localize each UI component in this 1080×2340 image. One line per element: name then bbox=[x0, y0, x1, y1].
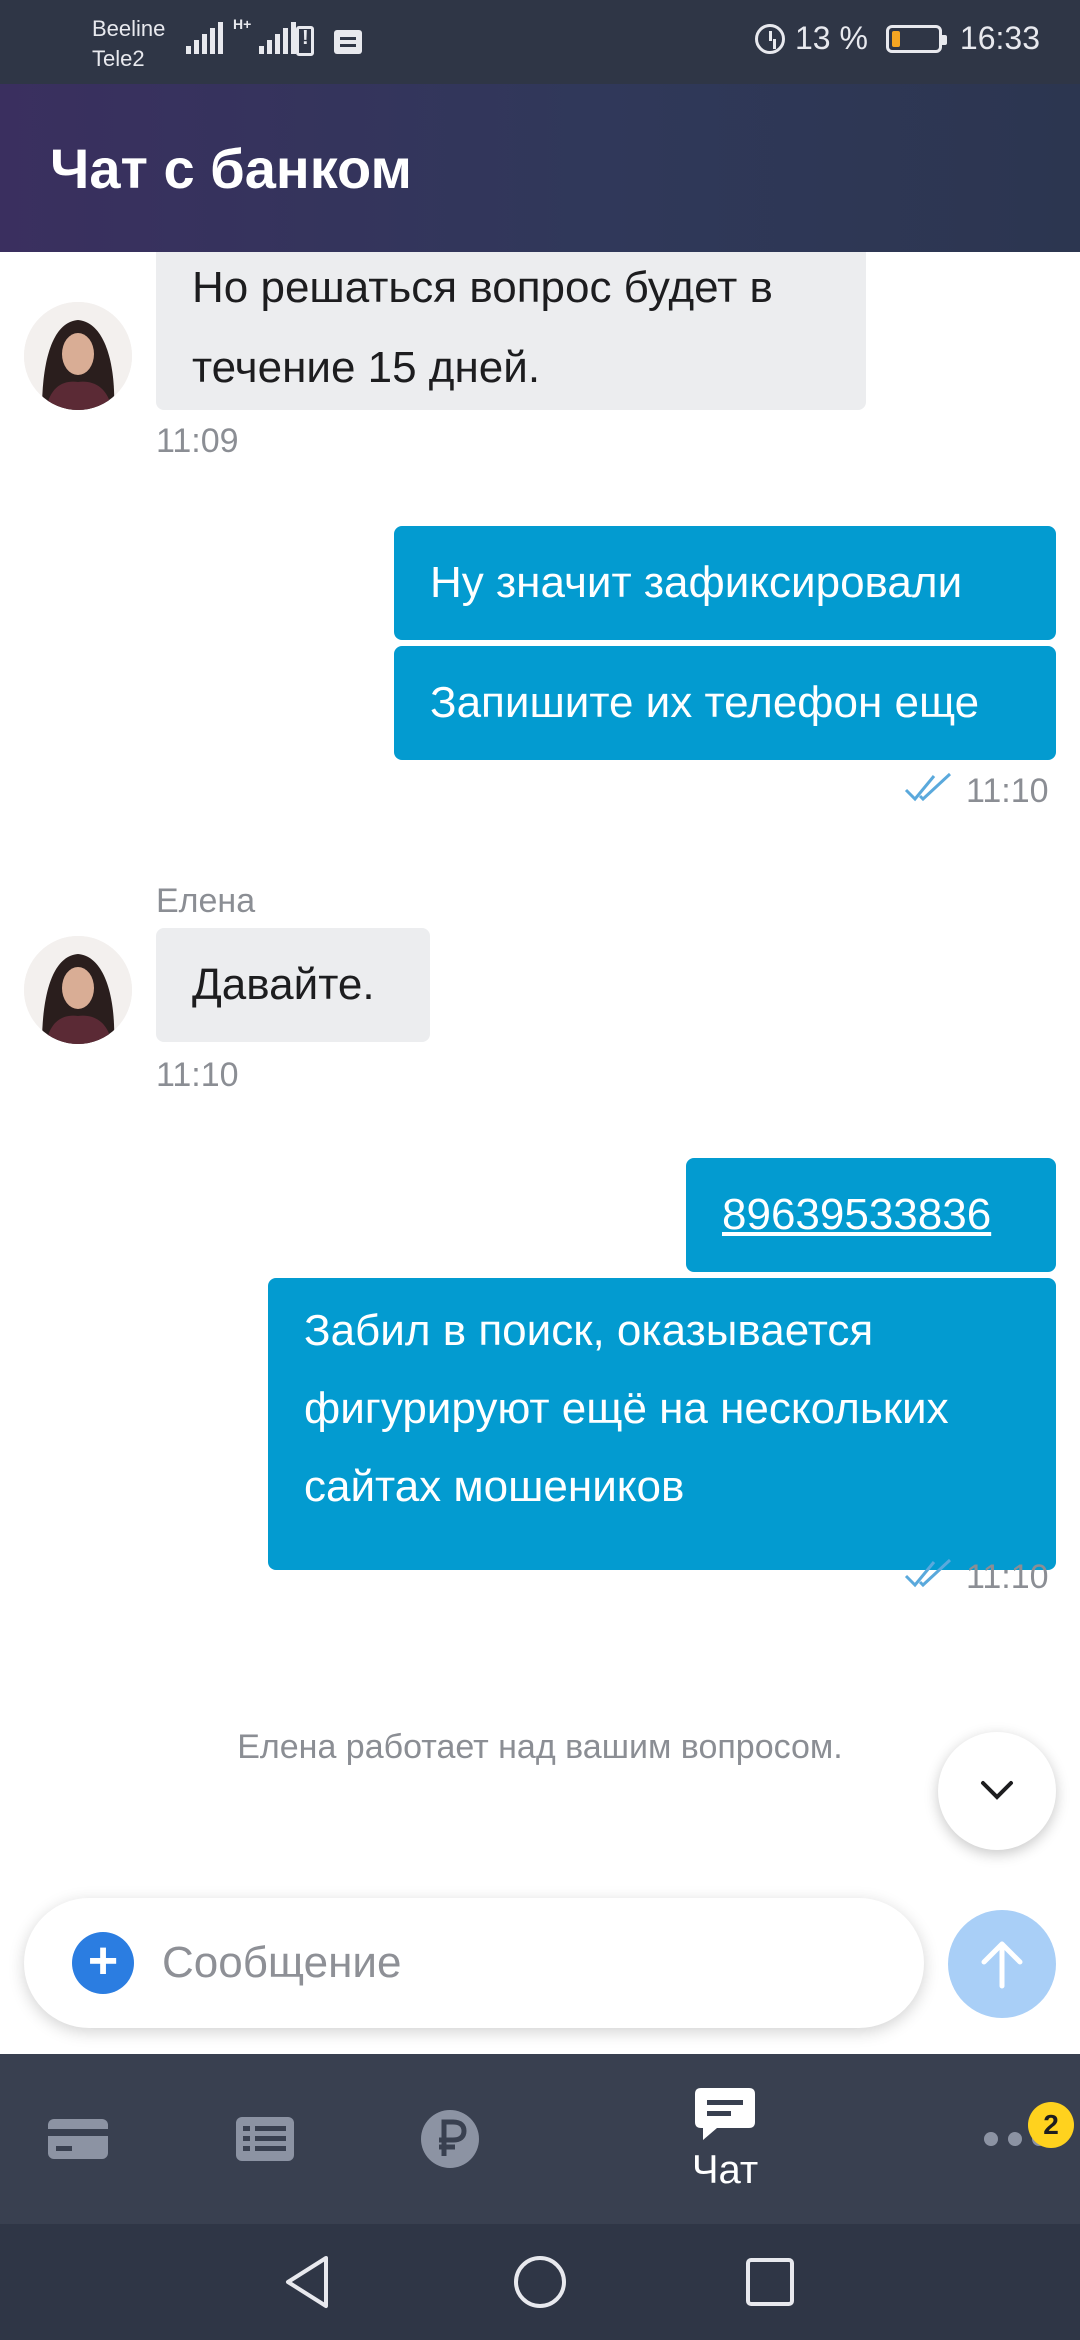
bottom-navigation: Чат 2 bbox=[0, 2054, 1080, 2224]
read-checkmarks-icon bbox=[904, 1558, 952, 1588]
carrier-2: Tele2 bbox=[92, 46, 145, 71]
ruble-icon bbox=[421, 2110, 479, 2168]
message-icon bbox=[334, 30, 362, 54]
incoming-message[interactable]: Но решаться вопрос будет в течение 15 дн… bbox=[156, 252, 866, 410]
message-time: 11:10 bbox=[966, 772, 1049, 810]
tab-more[interactable]: 2 bbox=[950, 2054, 1080, 2224]
message-line: фигурируют ещё на нескольких bbox=[304, 1384, 949, 1433]
avatar[interactable] bbox=[24, 936, 132, 1044]
signal-strength-icon bbox=[186, 22, 223, 54]
agent-photo-icon bbox=[24, 936, 132, 1044]
message-line: сайтах мошеников bbox=[304, 1462, 685, 1511]
agent-photo-icon bbox=[24, 302, 132, 410]
message-composer: + bbox=[24, 1898, 924, 2028]
chat-icon bbox=[695, 2087, 755, 2140]
attach-button[interactable]: + bbox=[72, 1932, 134, 1994]
arrow-up-icon bbox=[981, 1941, 1023, 1989]
scroll-down-button[interactable] bbox=[938, 1732, 1056, 1850]
phone-number-link[interactable]: 89639533836 bbox=[722, 1190, 991, 1239]
message-line: Но решаться вопрос будет в bbox=[192, 263, 773, 312]
network-type-label: H+ bbox=[233, 16, 252, 32]
avatar[interactable] bbox=[24, 302, 132, 410]
chat-messages[interactable]: Но решаться вопрос будет в течение 15 дн… bbox=[0, 252, 1080, 1872]
send-button[interactable] bbox=[948, 1910, 1056, 2018]
status-bar: Beeline Tele2 H+ 13 % 16:33 bbox=[0, 0, 1080, 84]
tab-history[interactable] bbox=[200, 2054, 330, 2224]
outgoing-message[interactable]: Забил в поиск, оказывается фигурируют ещ… bbox=[268, 1278, 1056, 1570]
carrier-1: Beeline bbox=[92, 16, 166, 41]
list-icon bbox=[236, 2117, 294, 2161]
message-time: 11:09 bbox=[156, 422, 239, 460]
home-icon[interactable] bbox=[512, 2254, 568, 2310]
alarm-icon bbox=[754, 23, 785, 54]
message-time: 11:10 bbox=[156, 1056, 239, 1094]
back-icon[interactable] bbox=[282, 2254, 334, 2310]
battery-warning-icon bbox=[296, 26, 314, 56]
outgoing-message[interactable]: Запишите их телефон еще bbox=[394, 646, 1056, 760]
battery-percent: 13 % bbox=[794, 20, 868, 56]
agent-typing-status: Елена работает над вашим вопросом. bbox=[237, 1728, 843, 1766]
message-line: Забил в поиск, оказывается bbox=[304, 1306, 874, 1355]
notification-badge: 2 bbox=[1028, 2102, 1074, 2148]
outgoing-message[interactable]: 89639533836 bbox=[686, 1158, 1056, 1272]
tab-chat-label: Чат bbox=[691, 2147, 759, 2192]
notification-icons bbox=[296, 26, 362, 56]
page-title: Чат с банком bbox=[50, 137, 412, 200]
signal-strength-icon-2: H+ bbox=[233, 16, 296, 54]
message-line: течение 15 дней. bbox=[192, 343, 541, 392]
outgoing-message[interactable]: Ну значит зафиксировали bbox=[394, 526, 1056, 640]
tab-payments[interactable] bbox=[390, 2054, 510, 2224]
carrier-names: Beeline Tele2 bbox=[92, 14, 165, 74]
chevron-down-icon bbox=[981, 1781, 1013, 1800]
incoming-message[interactable]: Давайте. bbox=[156, 928, 430, 1042]
app-header: Чат с банком bbox=[0, 84, 1080, 252]
recents-icon[interactable] bbox=[744, 2256, 796, 2308]
system-navigation-bar bbox=[0, 2224, 1080, 2340]
status-right: 13 % 16:33 bbox=[754, 20, 1040, 57]
message-input[interactable] bbox=[162, 1928, 882, 1998]
read-checkmarks-icon bbox=[904, 772, 952, 802]
signal-icons: H+ bbox=[186, 16, 296, 54]
tab-chat[interactable]: Чат bbox=[660, 2054, 790, 2224]
tab-cards[interactable] bbox=[0, 2054, 156, 2224]
sender-name: Елена bbox=[156, 882, 256, 920]
message-time: 11:10 bbox=[966, 1558, 1049, 1596]
card-icon bbox=[48, 2119, 108, 2159]
clock: 16:33 bbox=[959, 20, 1040, 56]
battery-icon bbox=[885, 24, 947, 53]
